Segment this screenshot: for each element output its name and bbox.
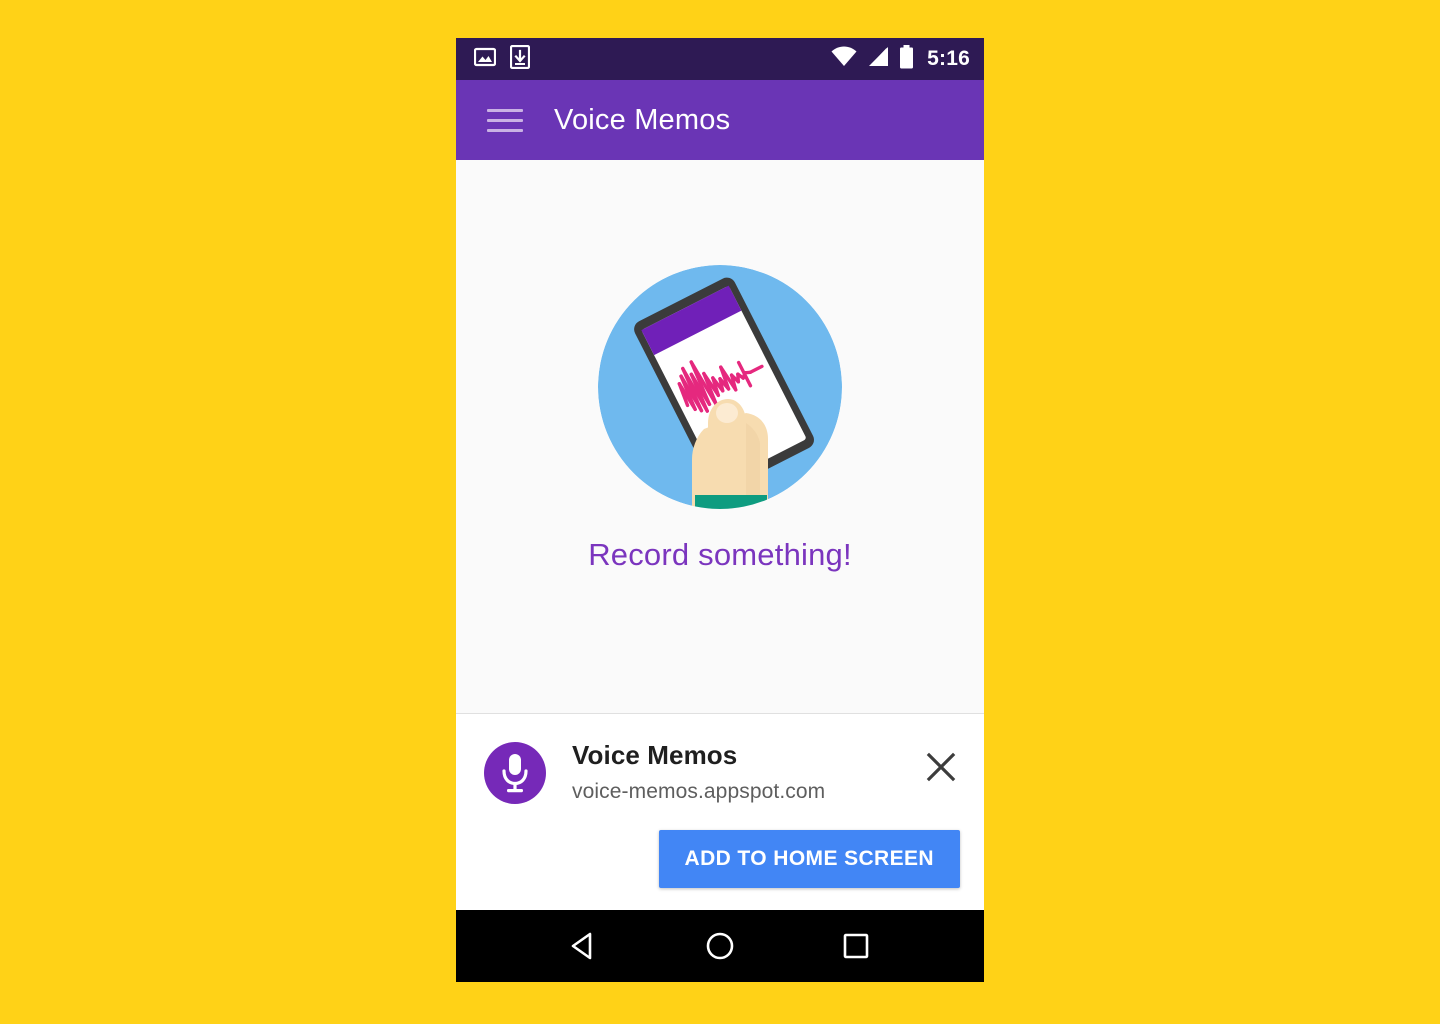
app-bar-title: Voice Memos (554, 103, 731, 136)
content-area: Record something! (456, 160, 984, 714)
back-button[interactable] (554, 916, 614, 976)
microphone-icon (484, 742, 546, 804)
banner-app-name: Voice Memos (572, 740, 738, 770)
close-icon[interactable] (924, 750, 958, 784)
download-icon (509, 44, 531, 74)
battery-icon (899, 44, 914, 74)
add-to-home-screen-button[interactable]: ADD TO HOME SCREEN (658, 830, 960, 888)
app-bar: Voice Memos (456, 80, 984, 160)
status-bar-notifications (473, 44, 531, 74)
empty-state-text: Record something! (588, 536, 852, 572)
phone-device-frame: 5:16 Voice Memos Record something! Voice… (456, 38, 984, 982)
image-icon (473, 46, 497, 73)
home-button[interactable] (690, 916, 750, 976)
install-banner: Voice Memos voice-memos.appspot.com ADD … (456, 714, 984, 910)
status-bar: 5:16 (456, 38, 984, 80)
signal-icon (866, 46, 890, 73)
hamburger-menu-icon[interactable] (484, 99, 526, 141)
recents-button[interactable] (826, 916, 886, 976)
menu-line (487, 118, 523, 122)
banner-app-url: voice-memos.appspot.com (572, 780, 826, 803)
wifi-icon (831, 46, 857, 73)
banner-text-block: Voice Memos voice-memos.appspot.com (572, 738, 825, 804)
status-bar-clock: 5:16 (927, 47, 970, 70)
android-navigation-bar (456, 910, 984, 982)
hand-holding-phone-illustration (586, 252, 854, 521)
status-bar-system-icons: 5:16 (831, 44, 970, 74)
menu-line (487, 108, 523, 112)
menu-line (487, 128, 523, 132)
banner-header: Voice Memos voice-memos.appspot.com (484, 738, 956, 804)
